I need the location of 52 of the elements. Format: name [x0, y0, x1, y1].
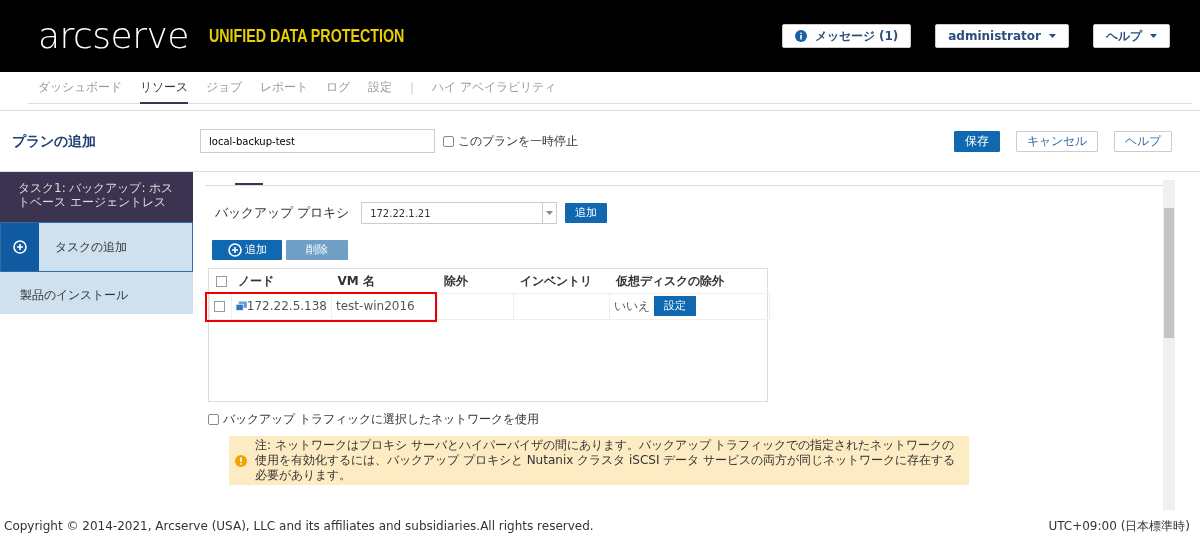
- add-button[interactable]: 追加: [212, 240, 282, 260]
- select-all-checkbox[interactable]: [215, 275, 227, 287]
- nav-tab[interactable]: 設定: [368, 71, 392, 104]
- proxy-label: バックアップ プロキシ: [215, 204, 350, 223]
- sidebar-task[interactable]: タスク1: バックアップ: ホストベース エージェントレス: [0, 172, 193, 222]
- scrollbar[interactable]: [1163, 180, 1175, 510]
- column-header: インベントリ: [513, 269, 610, 293]
- nav-tab[interactable]: ジョブ: [206, 71, 242, 104]
- page-title: プランの追加: [12, 131, 97, 151]
- dropdown-button[interactable]: administrator: [935, 24, 1069, 48]
- nav-separator: |: [410, 79, 415, 97]
- caret-icon: [1150, 34, 1157, 38]
- network-label: バックアップ トラフィックに選択したネットワークを使用: [223, 411, 539, 428]
- plan-name-field[interactable]: local-backup-test: [200, 129, 435, 153]
- network-checkbox[interactable]: [208, 413, 219, 425]
- plus-circle-icon: [227, 243, 242, 257]
- timezone-text: UTC+09:00 (日本標準時): [1048, 518, 1190, 535]
- caret-icon: [1049, 34, 1056, 38]
- info-icon: [794, 30, 807, 42]
- product-name: UNIFIED DATA PROTECTION: [209, 23, 405, 48]
- column-header: ノード: [236, 272, 275, 290]
- nav-tab[interactable]: ダッシュボード: [38, 71, 122, 104]
- note-text: 注: ネットワークはプロキシ サーバとハイパーバイザの間にあります。バックアップ トラフィックでの指定されたネットワークの使用を有効化するには、バックアップ プロキシと Nutanix クラスタ iSCSI データ サービスの両方が同じネットワークに存在する必要があります。: [255, 438, 957, 483]
- plus-circle-icon: [13, 240, 27, 254]
- column-header: VM 名: [331, 269, 438, 293]
- caret-icon: [546, 211, 554, 215]
- messages-button[interactable]: メッセージ (1): [781, 24, 912, 48]
- warning-icon: [235, 454, 247, 467]
- save-button[interactable]: 保存: [954, 130, 1000, 152]
- add-proxy-button[interactable]: 追加: [565, 203, 608, 223]
- nav-tab[interactable]: ログ: [326, 71, 350, 104]
- proxy-select[interactable]: 172.22.1.21: [361, 202, 558, 224]
- sidebar-item[interactable]: 製品のインストール: [0, 272, 193, 314]
- pause-label: このプランを一時停止: [458, 133, 578, 150]
- plan-button[interactable]: ヘルプ: [1114, 130, 1172, 152]
- dropdown-button[interactable]: ヘルプ: [1093, 24, 1170, 48]
- table-cell-text: 172.22.5.138: [246, 298, 327, 315]
- row-checkbox[interactable]: [214, 301, 225, 312]
- vm-icon: [236, 300, 247, 312]
- nav-tab[interactable]: リソース: [140, 71, 188, 104]
- table-cell-text: いいえ: [614, 298, 650, 315]
- logo: arcserve: [38, 18, 190, 54]
- pause-checkbox[interactable]: [443, 135, 454, 147]
- nav-tab[interactable]: レポート: [260, 71, 308, 104]
- table-cell: test-win2016: [336, 299, 415, 313]
- column-header: 仮想ディスクの除外: [609, 269, 770, 293]
- nav-tab[interactable]: ハイ アベイラビリティ: [432, 71, 556, 104]
- plan-button[interactable]: キャンセル: [1016, 130, 1098, 152]
- add-task-item[interactable]: タスクの追加: [0, 222, 193, 272]
- column-header: 除外: [437, 269, 514, 293]
- settings-button[interactable]: 設定: [654, 296, 696, 316]
- copyright-text: Copyright © 2014-2021, Arcserve (USA), LLC and its affiliates and subsidiaries.All rights reserved.: [4, 518, 594, 535]
